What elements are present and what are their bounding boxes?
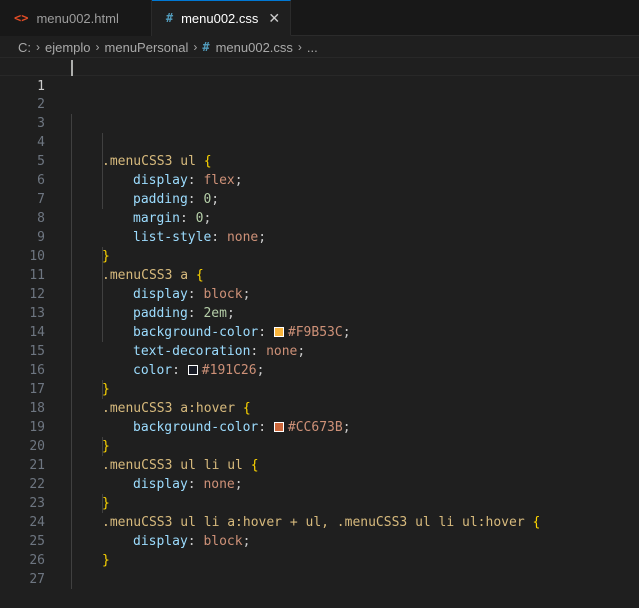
- code-line[interactable]: 15 color: #191C26;: [0, 323, 639, 378]
- code-line[interactable]: 5 display: flex;: [0, 133, 639, 188]
- code-line[interactable]: 25 }: [0, 513, 639, 568]
- code-line[interactable]: 22 }: [0, 456, 639, 511]
- code-line[interactable]: 6 padding: 0;: [0, 152, 639, 207]
- chevron-right-icon: ›: [297, 40, 302, 54]
- code-editor[interactable]: 1 2 3 4 .menuCSS3 ul { 5 display: flex; …: [0, 57, 639, 589]
- code-line[interactable]: 14 text-decoration: none;: [0, 304, 639, 359]
- text-cursor: [71, 60, 73, 76]
- tab-label: menu002.html: [36, 10, 119, 26]
- code-line[interactable]: 13 background-color: #F9B53C;: [0, 285, 639, 340]
- breadcrumb-file[interactable]: menu002.css: [216, 40, 293, 55]
- code-line[interactable]: 18 background-color: #CC673B;: [0, 380, 639, 435]
- code-line[interactable]: 26: [0, 532, 639, 568]
- code-line[interactable]: 27: [0, 551, 639, 587]
- line-number: 27: [29, 572, 45, 587]
- breadcrumb-folder-ejemplo[interactable]: ejemplo: [45, 40, 91, 55]
- css-file-icon: #: [202, 40, 210, 54]
- breadcrumb: C: › ejemplo › menuPersonal › # menu002.…: [0, 36, 639, 58]
- code-line[interactable]: 17 .menuCSS3 a:hover {: [0, 361, 639, 416]
- code-line[interactable]: 10 .menuCSS3 a {: [0, 228, 639, 283]
- chevron-right-icon: ›: [36, 40, 40, 54]
- code-line[interactable]: 8 list-style: none;: [0, 190, 639, 245]
- breadcrumb-folder-menupersonal[interactable]: menuPersonal: [105, 40, 189, 55]
- tab-label: menu002.css: [181, 10, 259, 26]
- code-line[interactable]: 3: [0, 95, 639, 131]
- code-line[interactable]: 16 }: [0, 342, 639, 397]
- tab-menu002-html[interactable]: <> menu002.html: [0, 0, 152, 36]
- code-line[interactable]: 1: [0, 57, 639, 94]
- css-file-icon: #: [165, 11, 174, 25]
- code-line[interactable]: 23 .menuCSS3 ul li a:hover + ul, .menuCS…: [0, 475, 639, 530]
- code-line[interactable]: 20 .menuCSS3 ul li ul {: [0, 418, 639, 473]
- code-line[interactable]: 24 display: block;: [0, 494, 639, 549]
- chevron-right-icon: ›: [193, 40, 198, 54]
- close-icon[interactable]: ✕: [268, 10, 280, 27]
- html-file-icon: <>: [14, 11, 29, 25]
- tab-bar: <> menu002.html # menu002.css ✕: [0, 0, 639, 36]
- code-line[interactable]: 9 }: [0, 209, 639, 264]
- breadcrumb-drive[interactable]: C:: [18, 40, 31, 55]
- code-line[interactable]: 4 .menuCSS3 ul {: [0, 114, 639, 169]
- code-line[interactable]: 19 }: [0, 399, 639, 454]
- code-line[interactable]: 2: [0, 76, 639, 112]
- breadcrumb-more[interactable]: ...: [307, 40, 318, 55]
- chevron-right-icon: ›: [95, 40, 100, 54]
- code-line[interactable]: 12 padding: 2em;: [0, 266, 639, 321]
- code-line[interactable]: 7 margin: 0;: [0, 171, 639, 226]
- tab-menu002-css[interactable]: # menu002.css ✕: [151, 0, 292, 36]
- code-line[interactable]: 21 display: none;: [0, 437, 639, 492]
- code-line[interactable]: 11 display: block;: [0, 247, 639, 302]
